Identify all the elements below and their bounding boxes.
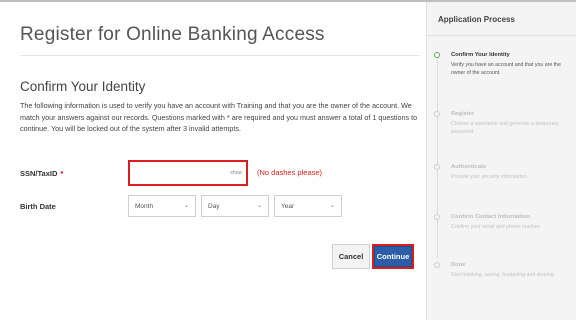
step-description: Start banking, saving, budgeting and sha…	[451, 272, 556, 278]
ssn-label-text: SSN/TaxID	[20, 169, 58, 178]
page-title: Register for Online Banking Access	[20, 24, 325, 45]
step-name: Register	[451, 111, 475, 117]
ssn-label: SSN/TaxID *	[20, 169, 63, 178]
cancel-button[interactable]: Cancel	[332, 244, 370, 269]
section-title: Confirm Your Identity	[20, 79, 146, 94]
chevron-down-icon: ⌄	[183, 203, 189, 209]
day-select[interactable]: Day ⌄	[201, 195, 269, 217]
step-name: Done	[451, 262, 466, 268]
step-name: Confirm Contact Information	[451, 214, 530, 220]
sidebar-divider	[427, 35, 576, 36]
month-select[interactable]: Month ⌄	[128, 195, 196, 217]
ssn-hint: (No dashes please)	[257, 168, 323, 177]
steps-connector-line	[437, 58, 438, 258]
year-select[interactable]: Year ⌄	[274, 195, 342, 217]
chevron-down-icon: ⌄	[256, 203, 262, 209]
year-select-value: Year	[281, 203, 295, 210]
ssn-input[interactable]	[134, 163, 228, 185]
day-select-value: Day	[208, 203, 220, 210]
step-pending-icon	[434, 262, 440, 268]
birth-date-label: Birth Date	[20, 202, 56, 211]
application-process-sidebar: Application Process Confirm Your Identit…	[426, 2, 576, 320]
continue-button[interactable]: Continue	[372, 244, 414, 269]
show-toggle[interactable]: show	[230, 170, 242, 176]
month-select-value: Month	[135, 203, 154, 210]
step-pending-icon	[434, 111, 440, 117]
required-marker: *	[60, 169, 64, 178]
step-description: Choose a username and generate a tempora…	[451, 121, 559, 135]
step-pending-icon	[434, 164, 440, 170]
title-divider	[20, 55, 420, 56]
sidebar-title: Application Process	[438, 15, 515, 24]
step-name: Authenticate	[451, 164, 487, 170]
chevron-down-icon: ⌄	[329, 203, 335, 209]
ssn-field[interactable]: show	[128, 160, 248, 186]
step-active-icon	[434, 52, 440, 58]
step-pending-icon	[434, 214, 440, 220]
section-description: The following information is used to ver…	[20, 101, 418, 133]
step-name: Confirm Your Identity	[451, 52, 510, 58]
step-description: Confirm your email and phone number.	[451, 224, 541, 230]
continue-button-label: Continue	[375, 247, 411, 266]
step-description: Provide your security information.	[451, 174, 528, 180]
main-panel: Register for Online Banking Access Confi…	[0, 2, 426, 320]
step-description: Verify you have an account and that you …	[451, 62, 561, 76]
